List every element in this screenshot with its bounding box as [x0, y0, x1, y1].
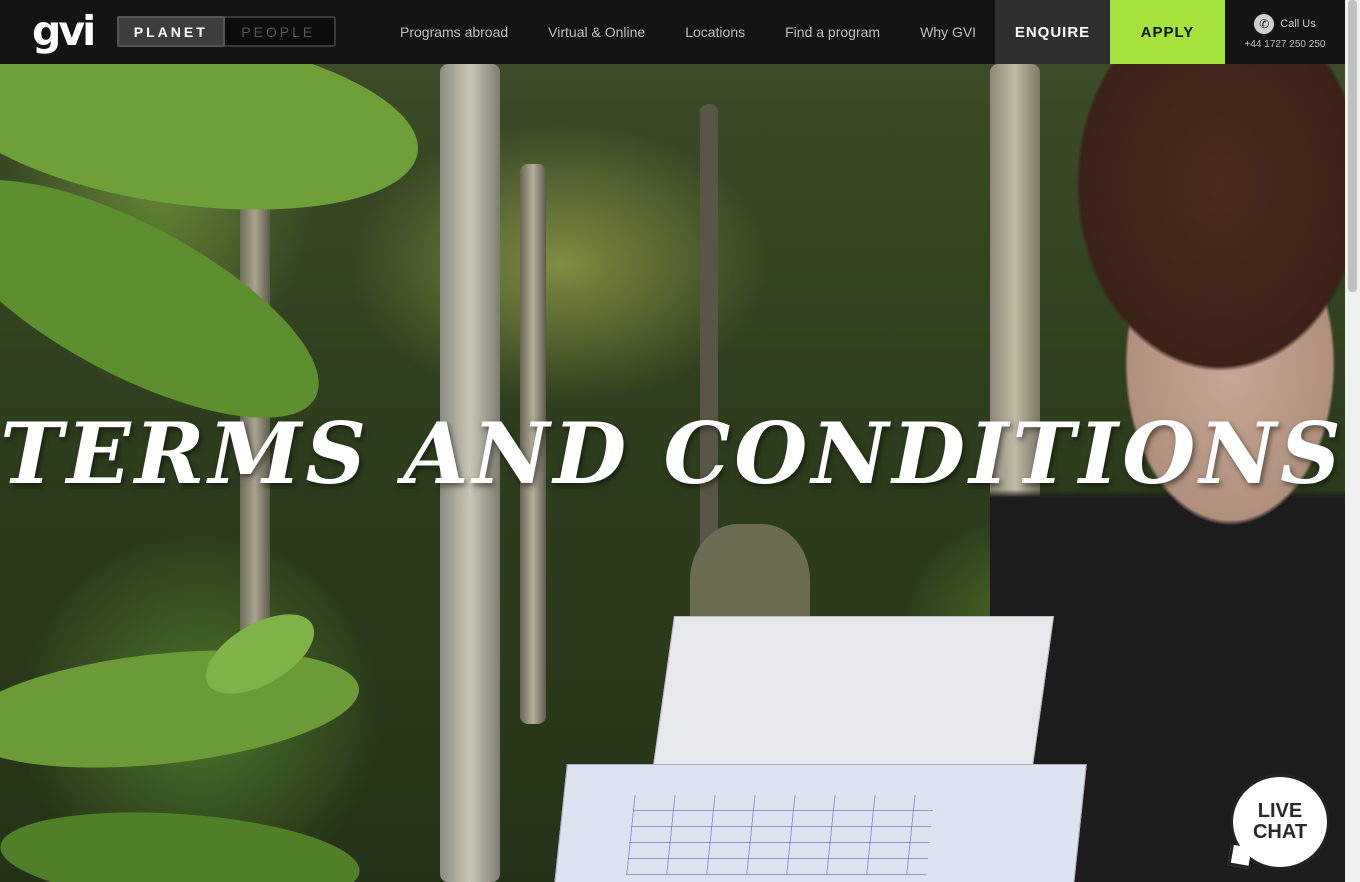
toggle-people[interactable]: PEOPLE	[225, 18, 333, 45]
nav-programs-abroad[interactable]: Programs abroad	[380, 0, 528, 64]
page-title: Terms and Conditions	[0, 404, 1345, 503]
site-header: gvi PLANET PEOPLE Programs abroad Virtua…	[0, 0, 1345, 64]
live-chat-button[interactable]: LIVE CHAT	[1230, 774, 1330, 870]
nav-why-gvi[interactable]: Why GVI	[900, 0, 996, 64]
leaf	[0, 633, 365, 785]
nav-virtual-online[interactable]: Virtual & Online	[528, 0, 665, 64]
call-us[interactable]: ✆ Call Us +44 1727 250 250	[1225, 0, 1345, 64]
toggle-planet[interactable]: PLANET	[117, 16, 225, 47]
scrollbar[interactable]	[1345, 0, 1360, 882]
nav-locations[interactable]: Locations	[665, 0, 765, 64]
planet-people-toggle[interactable]: PLANET PEOPLE	[117, 16, 336, 47]
live-chat-line2: CHAT	[1252, 821, 1308, 843]
call-us-label: Call Us	[1280, 18, 1316, 30]
gvi-logo[interactable]: gvi	[32, 7, 96, 55]
phone-icon: ✆	[1254, 14, 1275, 34]
phone-number[interactable]: +44 1727 250 250	[1245, 39, 1326, 50]
data-sheet-grid	[626, 795, 935, 875]
apply-button[interactable]: APPLY	[1110, 0, 1225, 64]
live-chat-line1: LIVE	[1257, 800, 1303, 822]
leaf	[0, 801, 363, 882]
hero-image: Terms and Conditions	[0, 64, 1345, 882]
data-sheet	[553, 764, 1087, 882]
scrollbar-thumb[interactable]	[1348, 0, 1357, 292]
enquire-button[interactable]: ENQUIRE	[995, 0, 1110, 64]
nav-find-a-program[interactable]: Find a program	[765, 0, 900, 64]
main-nav: Programs abroad Virtual & Online Locatio…	[380, 0, 996, 64]
